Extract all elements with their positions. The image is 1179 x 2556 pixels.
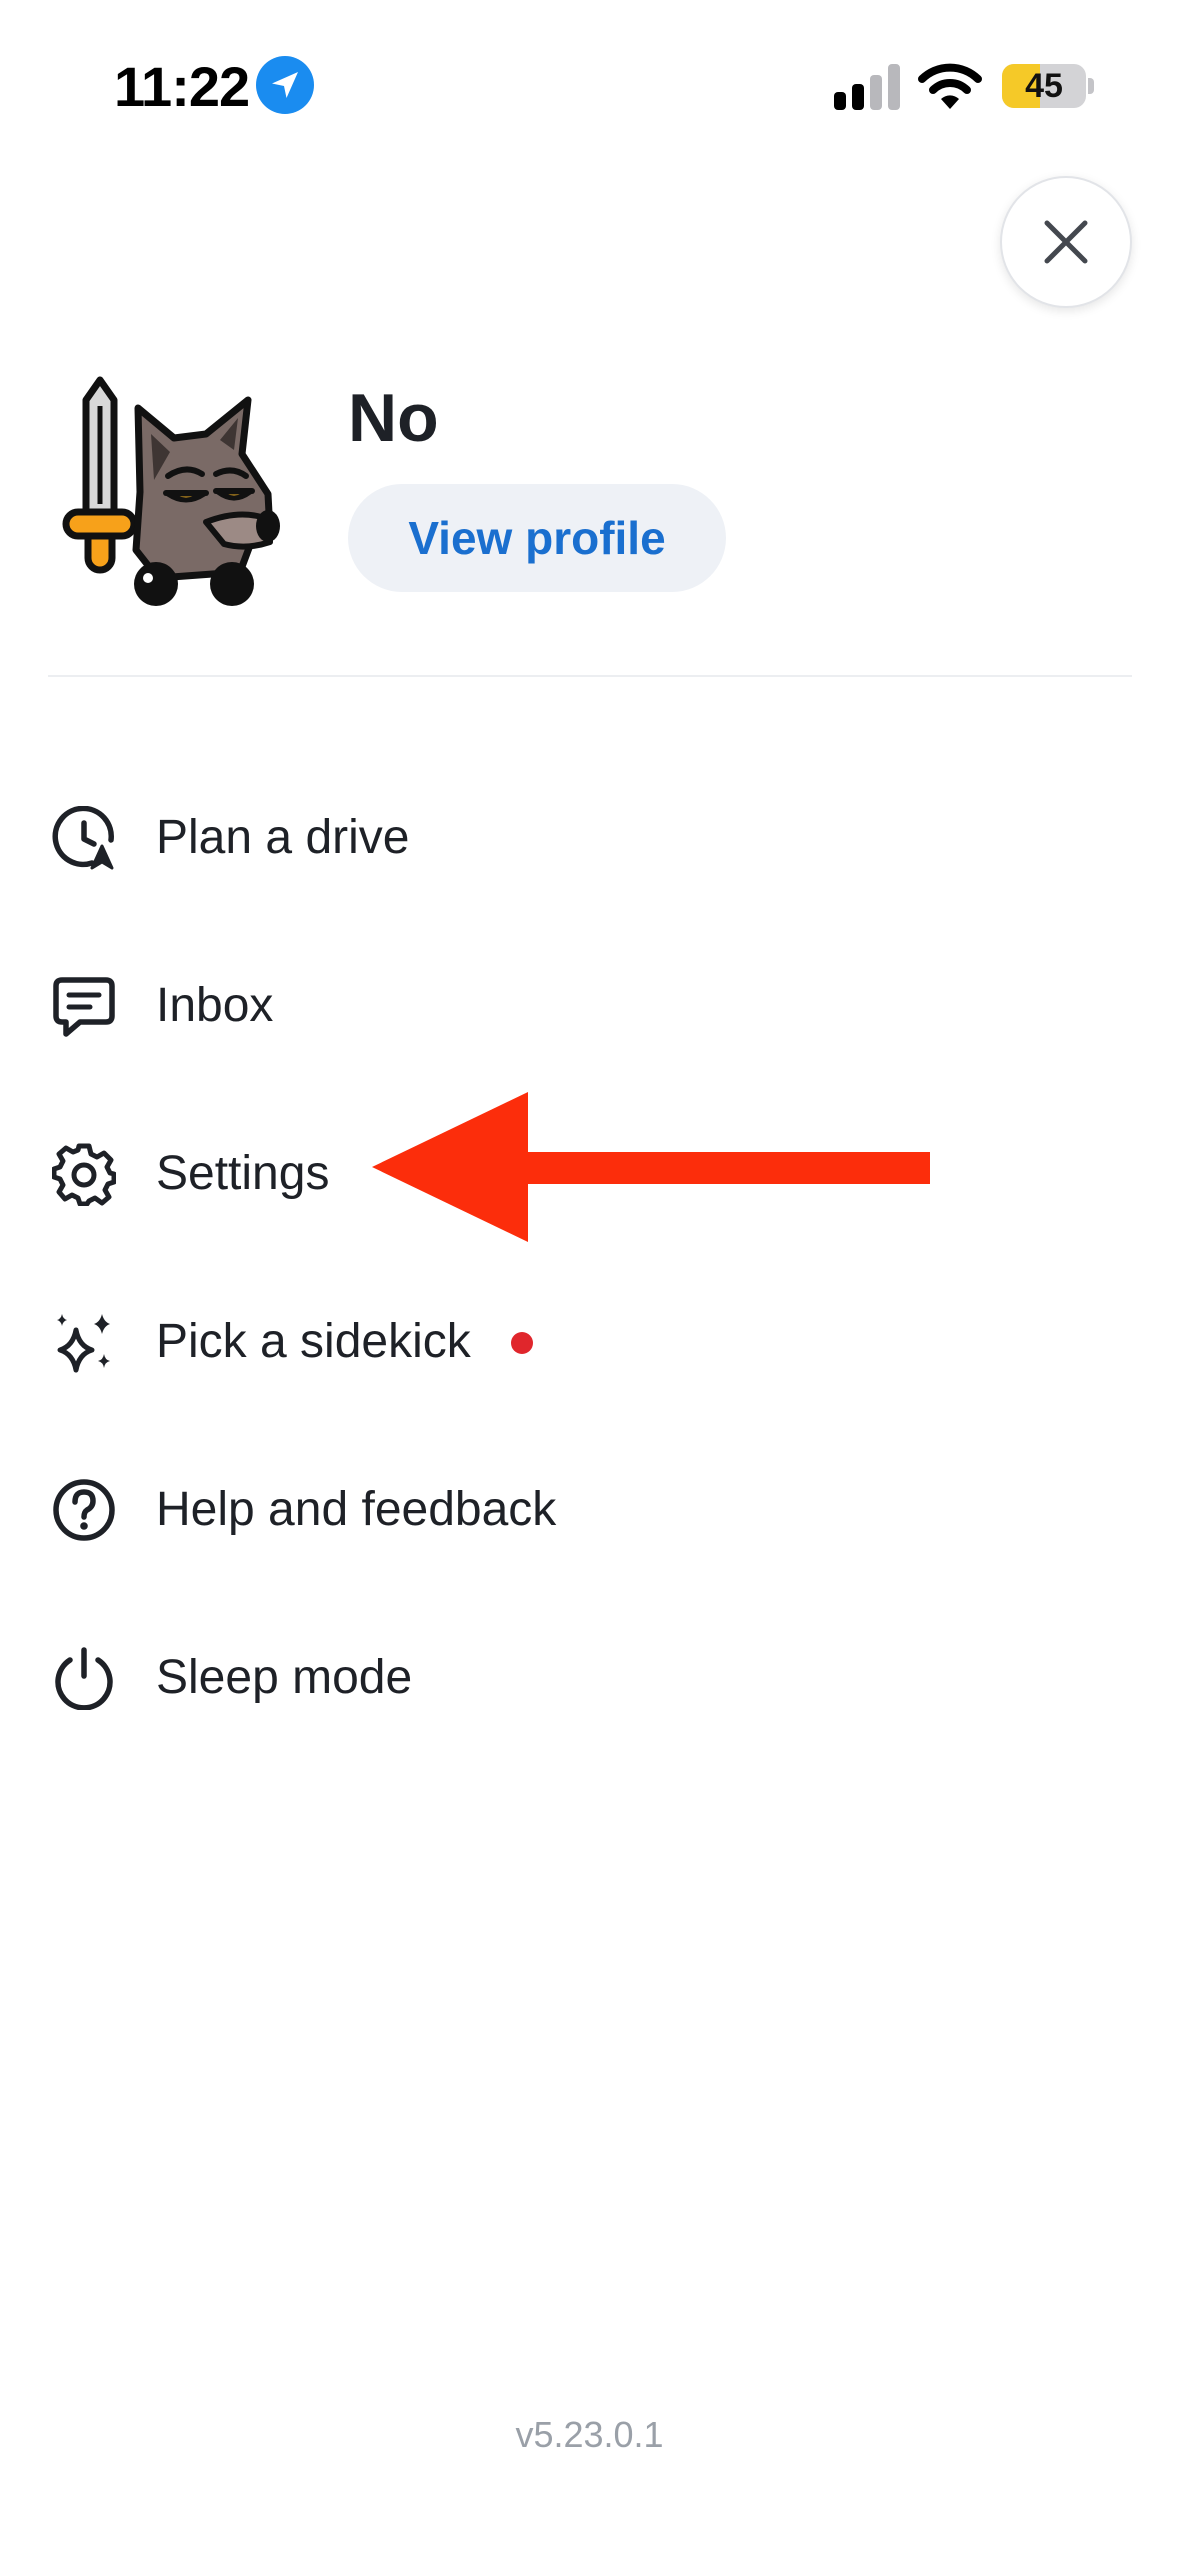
location-arrow-icon <box>256 56 314 114</box>
menu-item-label: Settings <box>156 1147 330 1200</box>
menu-item-label: Inbox <box>156 979 274 1032</box>
menu-item-inbox[interactable]: Inbox <box>40 946 940 1066</box>
notification-dot <box>511 1332 533 1354</box>
profile-name: No <box>348 380 439 456</box>
wolf-knight-avatar[interactable] <box>56 372 316 608</box>
version-label: v5.23.0.1 <box>515 2414 664 2455</box>
battery-cap <box>1088 78 1094 94</box>
divider <box>48 675 1132 677</box>
clock-navigation-icon <box>52 806 114 870</box>
menu-item-label: Plan a drive <box>156 811 410 864</box>
wifi-icon <box>918 63 982 109</box>
gear-icon <box>52 1143 116 1206</box>
view-profile-button[interactable]: View profile <box>348 484 726 592</box>
menu-item-label: Pick a sidekick <box>156 1315 471 1368</box>
menu-item-pick-a-sidekick[interactable]: Pick a sidekick <box>40 1282 940 1402</box>
battery-indicator: 45 <box>1002 64 1094 108</box>
menu-item-label: Sleep mode <box>156 1651 413 1704</box>
message-icon <box>53 977 115 1037</box>
side-menu-screen: 11:22 45 No View profile Plan a drive In… <box>0 0 1179 2556</box>
menu-item-help-and-feedback[interactable]: Help and feedback <box>40 1450 940 1570</box>
menu-item-sleep-mode[interactable]: Sleep mode <box>40 1618 940 1738</box>
sparkles-icon <box>57 1314 110 1373</box>
power-icon <box>55 1647 113 1710</box>
signal-icon <box>834 64 900 110</box>
battery-level: 45 <box>1025 67 1063 105</box>
close-icon <box>1044 220 1088 264</box>
status-time: 11:22 <box>114 55 250 118</box>
close-button[interactable] <box>1000 176 1132 308</box>
question-circle-icon <box>53 1479 115 1541</box>
battery-body: 45 <box>1002 64 1086 108</box>
menu-item-label: Help and feedback <box>156 1483 557 1536</box>
menu-item-plan-a-drive[interactable]: Plan a drive <box>40 778 940 898</box>
annotation-arrow <box>372 1092 930 1242</box>
